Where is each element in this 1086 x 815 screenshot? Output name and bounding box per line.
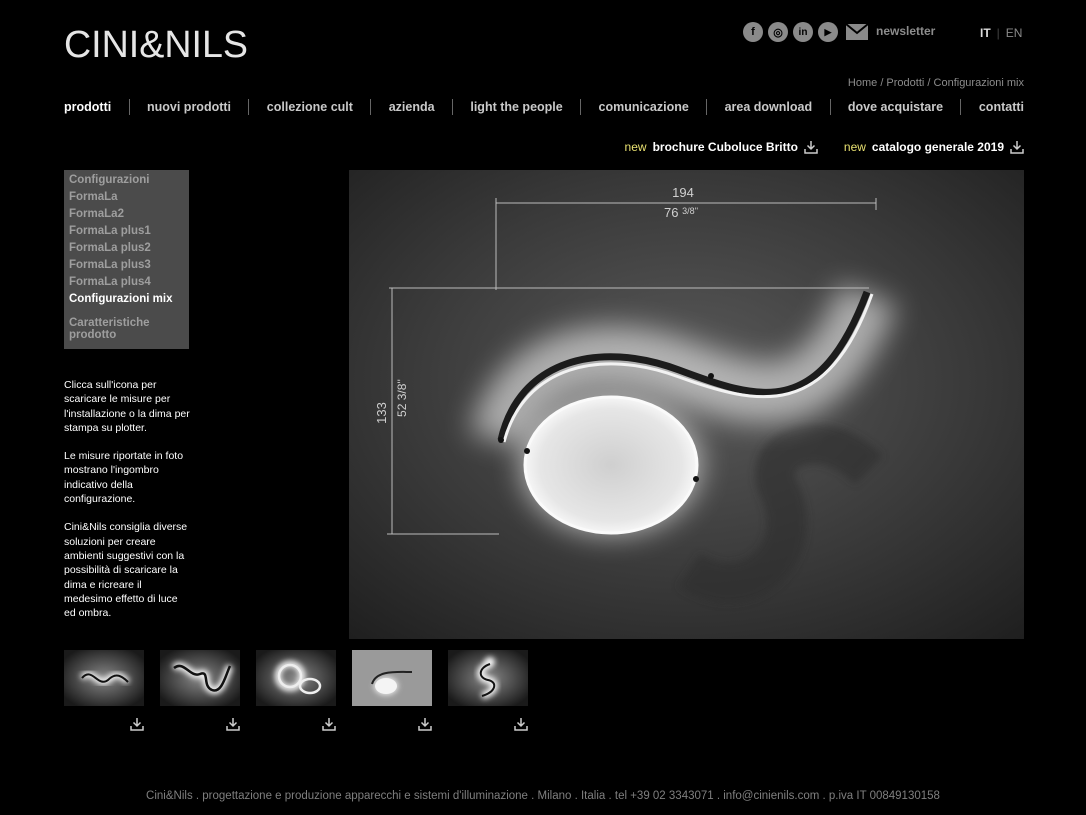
- nav-item-area-download[interactable]: area download: [725, 100, 813, 114]
- dimension-width-inch: 76: [664, 205, 678, 220]
- nav-divider: [248, 99, 250, 115]
- nav-item-comunicazione[interactable]: comunicazione: [599, 100, 689, 114]
- dimension-width-inch-fraction: 3/8'': [682, 206, 698, 216]
- sidebar-item-formala-plus4[interactable]: FormaLa plus4: [69, 274, 184, 291]
- sidebar-item-configurazioni[interactable]: Configurazioni: [69, 172, 184, 189]
- download-icon[interactable]: [322, 717, 336, 731]
- nav-item-light-the-people[interactable]: light the people: [470, 100, 562, 114]
- nav-item-contatti[interactable]: contatti: [979, 100, 1024, 114]
- description-paragraph: Le misure riportate in foto mostrano l'i…: [64, 450, 184, 506]
- nav-item-azienda[interactable]: azienda: [389, 100, 435, 114]
- nav-item-dove-acquistare[interactable]: dove acquistare: [848, 100, 943, 114]
- download-icon[interactable]: [804, 140, 818, 154]
- language-switcher: IT | EN: [980, 26, 1022, 40]
- download-icon[interactable]: [226, 717, 240, 731]
- description-paragraph: Cini&Nils consiglia diverse soluzioni pe…: [64, 521, 188, 620]
- thumbnail-item: [64, 650, 144, 731]
- youtube-icon[interactable]: ▶: [818, 22, 838, 42]
- thumbnail-image[interactable]: [448, 650, 528, 706]
- download-icon[interactable]: [130, 717, 144, 731]
- nav-divider: [370, 99, 372, 115]
- download-icon[interactable]: [514, 717, 528, 731]
- brand-wordmark: CINI&NILS: [64, 24, 248, 60]
- mail-icon[interactable]: [845, 23, 869, 41]
- dimension-height-inch: 52 3/8'': [395, 379, 409, 417]
- main-nav: prodotti nuovi prodotti collezione cult …: [64, 99, 1024, 115]
- sidebar-item-formala-plus3[interactable]: FormaLa plus3: [69, 257, 184, 274]
- dimension-height-cm: 133: [374, 402, 389, 424]
- nav-item-nuovi-prodotti[interactable]: nuovi prodotti: [147, 100, 231, 114]
- download-icon[interactable]: [1010, 140, 1024, 154]
- sidebar-item-formala2[interactable]: FormaLa2: [69, 206, 184, 223]
- newsletter-link[interactable]: newsletter: [876, 24, 935, 38]
- nav-divider: [960, 99, 962, 115]
- sidebar-item-formala[interactable]: FormaLa: [69, 189, 184, 206]
- nav-divider: [706, 99, 708, 115]
- thumbnail-item: [160, 650, 240, 731]
- nav-item-collezione-cult[interactable]: collezione cult: [267, 100, 353, 114]
- nav-divider: [451, 99, 453, 115]
- sidebar-item-caratteristiche[interactable]: Caratteristiche prodotto: [69, 317, 184, 341]
- sidebar-item-formala-plus2[interactable]: FormaLa plus2: [69, 240, 184, 257]
- promo-downloads: new brochure Cuboluce Britto new catalog…: [625, 140, 1024, 154]
- lang-separator: |: [996, 26, 1000, 40]
- nav-divider: [580, 99, 582, 115]
- thumbnail-image[interactable]: [64, 650, 144, 706]
- thumbnail-item: [256, 650, 336, 731]
- thumbnail-item: [448, 650, 528, 731]
- lang-en[interactable]: EN: [1006, 26, 1023, 40]
- lang-it[interactable]: IT: [980, 26, 991, 40]
- catalogo-link[interactable]: catalogo generale 2019: [872, 140, 1004, 154]
- breadcrumb[interactable]: Home / Prodotti / Configurazioni mix: [848, 77, 1024, 89]
- nav-divider: [128, 99, 130, 115]
- thumbnail-item: [352, 650, 432, 731]
- new-badge: new: [843, 140, 866, 154]
- linkedin-icon[interactable]: in: [793, 22, 813, 42]
- configuration-thumbnails: [64, 650, 528, 731]
- instagram-icon[interactable]: ◎: [768, 22, 788, 42]
- thumbnail-image[interactable]: [256, 650, 336, 706]
- cini-nils-logo[interactable]: CINI&NILS: [64, 24, 248, 60]
- sidebar-item-configurazioni-mix[interactable]: Configurazioni mix: [69, 291, 184, 308]
- thumbnail-image[interactable]: [160, 650, 240, 706]
- facebook-icon[interactable]: f: [743, 22, 763, 42]
- sidebar-menu: Configurazioni FormaLa FormaLa2 FormaLa …: [64, 170, 189, 349]
- thumbnail-image[interactable]: [352, 650, 432, 706]
- sidebar-item-formala-plus1[interactable]: FormaLa plus1: [69, 223, 184, 240]
- nav-item-prodotti[interactable]: prodotti: [64, 100, 111, 114]
- description-text: Clicca sull'icona per scaricare le misur…: [64, 378, 192, 634]
- dimension-width-cm: 194: [672, 185, 694, 200]
- nav-divider: [829, 99, 831, 115]
- product-photo: 194 76 3/8'' 133 52 3/8'': [349, 170, 1024, 639]
- social-links: f ◎ in ▶: [743, 22, 869, 42]
- new-badge: new: [624, 140, 647, 154]
- download-icon[interactable]: [418, 717, 432, 731]
- brochure-link[interactable]: brochure Cuboluce Britto: [653, 140, 798, 154]
- footer-text: Cini&Nils . progettazione e produzione a…: [146, 790, 940, 802]
- description-paragraph: Clicca sull'icona per scaricare le misur…: [64, 379, 190, 434]
